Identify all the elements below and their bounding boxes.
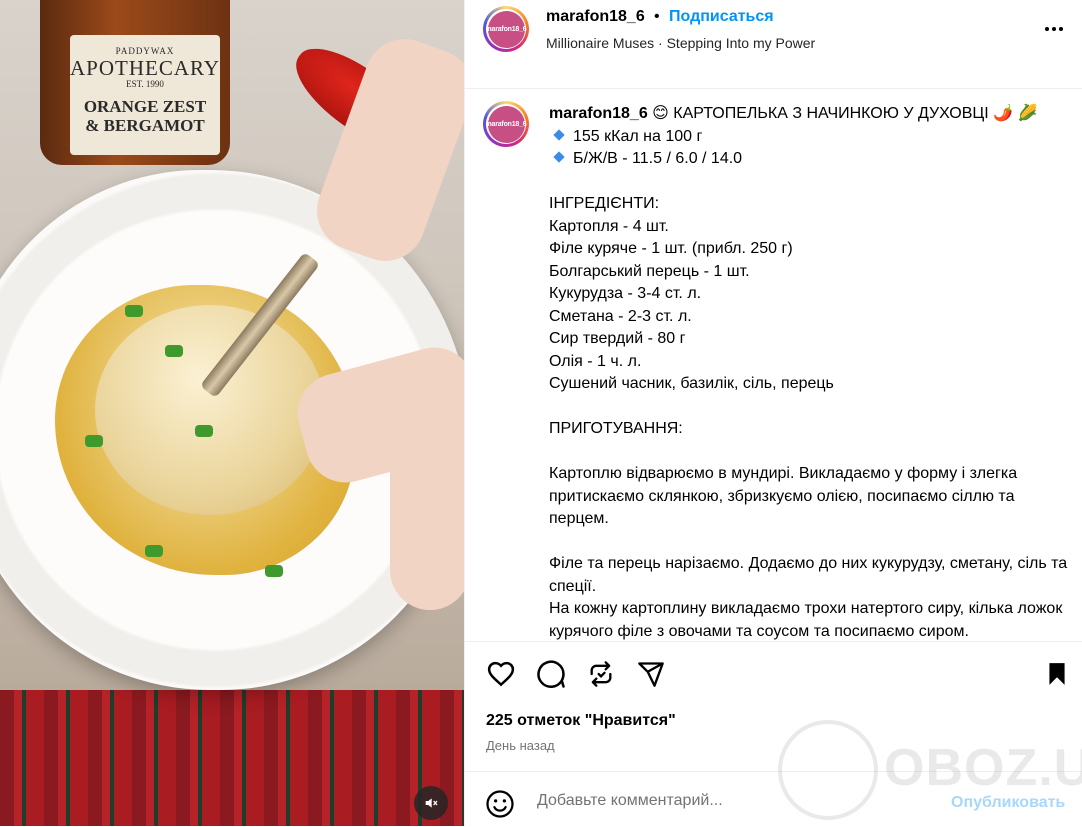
avatar-image-text: marafon18_6: [486, 105, 527, 143]
like-button[interactable]: [485, 658, 517, 690]
jar-label-est: EST. 1990: [126, 78, 164, 89]
emoji-button[interactable]: [485, 789, 515, 819]
blue-diamond-icon: [553, 151, 565, 163]
green-onion: [145, 545, 163, 557]
green-onion: [195, 425, 213, 437]
repost-icon: [590, 661, 612, 687]
caption-title: 😊 КАРТОПЕЛЬКА З НАЧИНКОЮ У ДУХОВЦІ 🌶️ 🌽: [652, 105, 1038, 122]
green-onion: [85, 435, 103, 447]
jar-label-scent-2: & BERGAMOT: [85, 115, 205, 135]
green-onion: [165, 345, 183, 357]
more-options-button[interactable]: [1039, 14, 1069, 44]
action-bar: 225 отметок "Нравится" День назад: [465, 641, 1082, 772]
more-horizontal-icon: [1045, 27, 1063, 31]
post-comment-button[interactable]: Опубликовать: [951, 794, 1065, 812]
comment-bar: Опубликовать: [465, 771, 1082, 827]
jar-label-scent-1: ORANGE ZEST: [83, 96, 207, 116]
caption-avatar[interactable]: marafon18_6: [483, 101, 529, 147]
ingredient-item: Філе куряче - 1 шт. (прибл. 250 г): [549, 240, 793, 257]
jar-label: PADDYWAX APOTHECARY EST. 1990 ORANGE ZES…: [70, 35, 220, 155]
post-media[interactable]: PADDYWAX APOTHECARY EST. 1990 ORANGE ZES…: [0, 0, 464, 826]
post-header: marafon18_6 marafon18_6 • Подписаться Mi…: [465, 0, 1082, 89]
avatar-image-text: marafon18_6: [486, 10, 527, 48]
ingredients-header: ІНГРЕДІЄНТИ:: [549, 195, 660, 212]
mute-button[interactable]: [414, 786, 448, 820]
save-button[interactable]: [1041, 658, 1073, 690]
follow-button[interactable]: Подписаться: [669, 8, 774, 26]
ingredient-item: Сушений часник, базилік, сіль, перець: [549, 375, 834, 392]
ingredient-item: Сметана - 2-3 ст. л.: [549, 307, 692, 325]
comment-button[interactable]: [535, 658, 567, 690]
preparation-header: ПРИГОТУВАННЯ:: [549, 420, 683, 437]
ingredient-item: Кукурудза - 3-4 ст. л.: [549, 285, 702, 302]
green-onion: [265, 565, 283, 577]
ingredient-item: Картопля - 4 шт.: [549, 217, 669, 235]
audio-info[interactable]: Millionaire Muses · Stepping Into my Pow…: [546, 35, 815, 51]
caption-area: marafon18_6 marafon18_6 😊 КАРТОПЕЛЬКА З …: [465, 89, 1082, 641]
share-button[interactable]: [635, 658, 667, 690]
prep-step: Картоплю відварюємо в мундирі. Викладаєм…: [549, 465, 1018, 527]
separator-dot: •: [654, 8, 660, 25]
send-icon: [638, 662, 664, 687]
author-username[interactable]: marafon18_6: [546, 8, 645, 26]
caption-username[interactable]: marafon18_6: [549, 105, 648, 122]
prep-step: На кожну картоплину викладаємо трохи нат…: [549, 600, 1063, 640]
caption-kcal: 155 кКал на 100 г: [573, 127, 703, 145]
jar-label-title: APOTHECARY: [70, 55, 221, 80]
bookmark-icon: [1049, 663, 1065, 685]
prep-step: Філе та перець нарізаємо. Додаємо до них…: [549, 555, 1068, 595]
ingredient-item: Болгарський перець - 1 шт.: [549, 262, 750, 280]
green-onion: [125, 305, 143, 317]
author-avatar[interactable]: marafon18_6: [483, 6, 529, 52]
speaker-muted-icon: [425, 798, 438, 808]
smiley-icon: [486, 790, 514, 818]
post-panel: marafon18_6 marafon18_6 • Подписаться Mi…: [464, 0, 1082, 826]
blue-diamond-icon: [553, 128, 565, 141]
cheese-crust: [95, 305, 325, 515]
post-time[interactable]: День назад: [486, 738, 555, 753]
ingredient-item: Сир твердий - 80 г: [549, 330, 686, 347]
heart-icon: [487, 661, 515, 687]
ingredient-item: Олія - 1 ч. л.: [549, 352, 642, 370]
wrist: [390, 430, 464, 610]
likes-count[interactable]: 225 отметок "Нравится": [486, 712, 676, 730]
caption-text: marafon18_6 😊 КАРТОПЕЛЬКА З НАЧИНКОЮ У Д…: [549, 103, 1069, 641]
caption-bju: Б/Ж/В - 11.5 / 6.0 / 14.0: [573, 150, 743, 167]
comment-icon: [537, 660, 565, 688]
comment-input[interactable]: [535, 786, 939, 816]
repost-button[interactable]: [585, 658, 617, 690]
